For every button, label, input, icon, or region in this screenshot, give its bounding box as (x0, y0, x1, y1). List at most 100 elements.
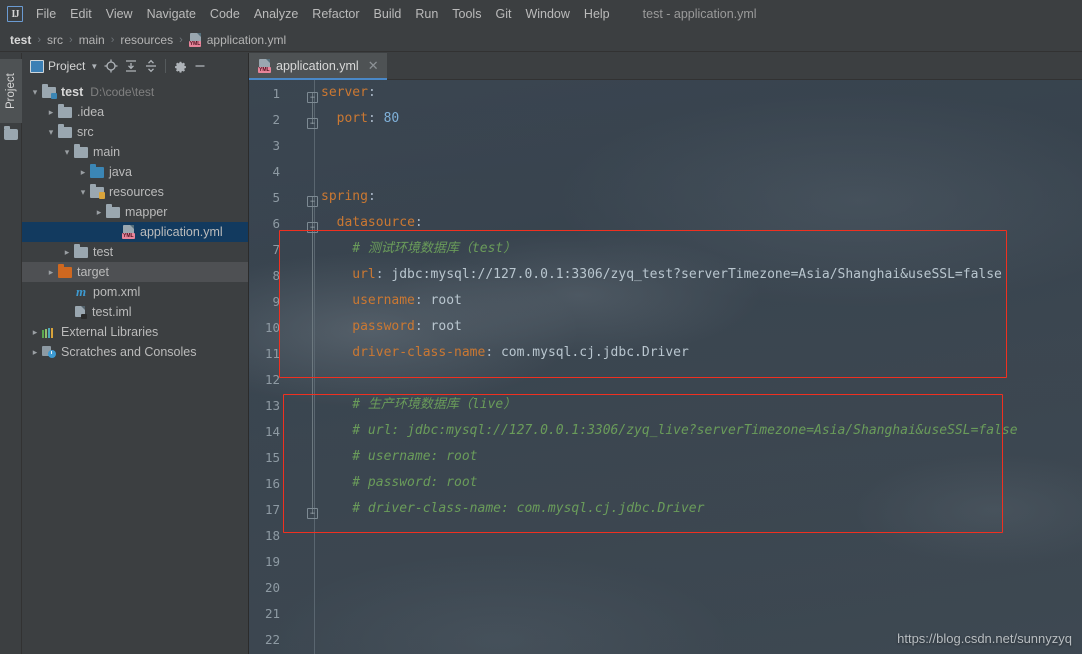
collapse-all-icon[interactable] (141, 56, 161, 76)
chevron-right-icon[interactable]: ▸ (76, 168, 90, 177)
menu-view[interactable]: View (99, 3, 140, 25)
yml-file-icon: YML (189, 33, 202, 47)
hide-panel-icon[interactable] (190, 56, 210, 76)
code-line[interactable]: # 测试环境数据库（test） (315, 236, 1082, 262)
code-line[interactable]: # username: root (315, 444, 1082, 470)
code-editor[interactable]: 1 2 3 4 5 6 7 8 9 10 11 12 13 14 15 16 17 18 19 20 21 22− − − − −… (249, 80, 1082, 654)
tree-item-external-libraries[interactable]: ▸ External Libraries (22, 322, 248, 342)
line-number: 13 (254, 398, 280, 413)
libraries-icon (42, 326, 56, 338)
tree-item-label: main (93, 145, 120, 159)
tree-item-main[interactable]: ▾ main (22, 142, 248, 162)
breadcrumb-item-src[interactable]: src (47, 33, 63, 47)
code-line[interactable]: # 生产环境数据库（live） (315, 392, 1082, 418)
iml-file-icon (74, 306, 87, 319)
menu-refactor[interactable]: Refactor (305, 3, 366, 25)
code-line[interactable] (315, 366, 1082, 392)
menu-analyze[interactable]: Analyze (247, 3, 305, 25)
menu-file[interactable]: File (29, 3, 63, 25)
chevron-down-icon[interactable]: ▾ (60, 148, 74, 157)
chevron-right-icon[interactable]: ▸ (28, 328, 42, 337)
menu-code[interactable]: Code (203, 3, 247, 25)
menu-navigate[interactable]: Navigate (140, 3, 203, 25)
code-line[interactable] (315, 132, 1082, 158)
chevron-down-icon[interactable]: ▾ (28, 88, 42, 97)
menu-run[interactable]: Run (408, 3, 445, 25)
gear-icon[interactable] (170, 56, 190, 76)
code-line[interactable]: driver-class-name: com.mysql.cj.jdbc.Dri… (315, 340, 1082, 366)
tree-item-label: External Libraries (61, 325, 158, 339)
menu-bar[interactable]: File Edit View Navigate Code Analyze Refactor B… (29, 3, 617, 25)
tree-item-scratches-and-consoles[interactable]: ▸ Scratches and Consoles (22, 342, 248, 362)
tool-window-rail: Project (0, 53, 22, 654)
code-line[interactable]: password: root (315, 314, 1082, 340)
code-line[interactable]: server: (315, 80, 1082, 106)
locate-target-icon[interactable] (101, 56, 121, 76)
code-line[interactable] (315, 600, 1082, 626)
chevron-right-icon[interactable]: ▸ (92, 208, 106, 217)
menu-window[interactable]: Window (518, 3, 576, 25)
rail-tab-project[interactable]: Project (0, 59, 22, 123)
code-line[interactable]: # driver-class-name: com.mysql.cj.jdbc.D… (315, 496, 1082, 522)
tree-item-java[interactable]: ▸ java (22, 162, 248, 182)
breadcrumb-item-test[interactable]: test (10, 33, 31, 47)
chevron-right-icon[interactable]: ▸ (28, 348, 42, 357)
project-panel-title: Project (48, 59, 85, 73)
code-line[interactable]: # password: root (315, 470, 1082, 496)
tab-label: application.yml (276, 59, 359, 73)
code-line[interactable]: url: jdbc:mysql://127.0.0.1:3306/zyq_tes… (315, 262, 1082, 288)
breadcrumb-item-main[interactable]: main (79, 33, 105, 47)
code-line[interactable]: port: 80 (315, 106, 1082, 132)
tree-item-test[interactable]: ▸ test (22, 242, 248, 262)
tree-item-application-yml[interactable]: YML application.yml (22, 222, 248, 242)
code-line[interactable]: username: root (315, 288, 1082, 314)
tree-item-idea[interactable]: ▸ .idea (22, 102, 248, 122)
editor-gutter[interactable]: 1 2 3 4 5 6 7 8 9 10 11 12 13 14 15 16 17 18 19 20 21 22− − − − − (249, 80, 315, 654)
menu-git[interactable]: Git (488, 3, 518, 25)
menu-build[interactable]: Build (367, 3, 409, 25)
code-token-key: spring (321, 189, 368, 204)
tree-item-target[interactable]: ▸ target (22, 262, 248, 282)
line-number: 1 (254, 86, 280, 101)
chevron-right-icon[interactable]: ▸ (44, 268, 58, 277)
chevron-right-icon[interactable]: ▸ (60, 248, 74, 257)
tree-item-pom-xml[interactable]: m pom.xml (22, 282, 248, 302)
code-line[interactable] (315, 574, 1082, 600)
chevron-down-icon[interactable]: ▾ (44, 128, 58, 137)
tree-item-label: target (77, 265, 109, 279)
project-tree[interactable]: ▾ test D:\code\test ▸ .idea ▾ src ▾ main ▸ java ▾ re… (22, 79, 248, 654)
breadcrumb[interactable]: test › src › main › resources › YML application.y… (0, 28, 1082, 52)
line-number: 11 (254, 346, 280, 361)
close-icon[interactable]: ✕ (368, 59, 379, 72)
code-line[interactable] (315, 548, 1082, 574)
code-token-key: driver-class-name (352, 345, 485, 360)
line-number: 10 (254, 320, 280, 335)
code-line[interactable]: # url: jdbc:mysql://127.0.0.1:3306/zyq_l… (315, 418, 1082, 444)
code-line[interactable] (315, 158, 1082, 184)
chevron-down-icon[interactable]: ▼ (87, 56, 101, 76)
code-token-comment: # driver-class-name: com.mysql.cj.jdbc.D… (352, 501, 704, 516)
breadcrumb-item-resources[interactable]: resources (120, 33, 173, 47)
code-token-comment: # username: root (352, 449, 477, 464)
code-line[interactable]: datasource: (315, 210, 1082, 236)
code-content[interactable]: server: port: 80 spring: datasource: # 测试环境数… (315, 80, 1082, 654)
chevron-down-icon[interactable]: ▾ (76, 188, 90, 197)
tree-item-test-iml[interactable]: test.iml (22, 302, 248, 322)
folder-icon (58, 127, 72, 138)
tree-item-resources[interactable]: ▾ resources (22, 182, 248, 202)
expand-all-icon[interactable] (121, 56, 141, 76)
chevron-right-icon[interactable]: ▸ (44, 108, 58, 117)
tree-item-src[interactable]: ▾ src (22, 122, 248, 142)
menu-tools[interactable]: Tools (445, 3, 488, 25)
menu-help[interactable]: Help (577, 3, 617, 25)
tab-application-yml[interactable]: YML application.yml ✕ (249, 53, 387, 80)
tree-item-mapper[interactable]: ▸ mapper (22, 202, 248, 222)
line-number: 20 (254, 580, 280, 595)
code-line[interactable] (315, 522, 1082, 548)
breadcrumb-item-file[interactable]: application.yml (207, 33, 286, 47)
code-line[interactable]: spring: (315, 184, 1082, 210)
code-token-comment: # password: root (352, 475, 477, 490)
menu-edit[interactable]: Edit (63, 3, 99, 25)
folder-icon (4, 129, 18, 140)
tree-item-test[interactable]: ▾ test D:\code\test (22, 82, 248, 102)
